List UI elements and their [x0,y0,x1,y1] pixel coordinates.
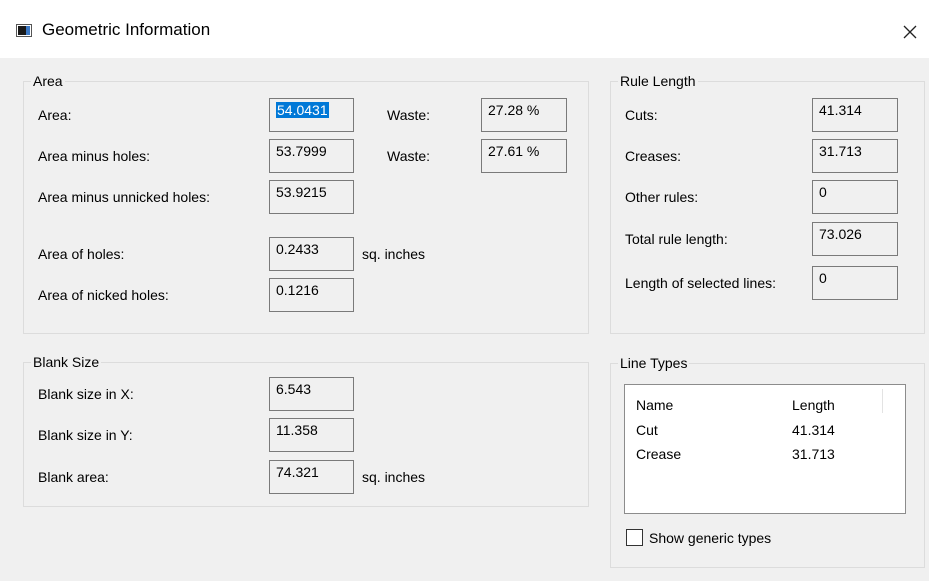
rule-length-group-label: Rule Length [618,73,698,89]
list-item-length[interactable]: 41.314 [792,422,835,438]
column-header-length[interactable]: Length [792,397,835,413]
creases-field[interactable]: 31.713 [812,139,898,173]
cuts-field[interactable]: 41.314 [812,98,898,132]
selected-lines-label: Length of selected lines: [625,275,776,291]
column-separator [882,389,883,413]
area-of-holes-label: Area of holes: [38,246,125,262]
other-rules-label: Other rules: [625,189,699,205]
blank-size-group-label: Blank Size [31,354,102,370]
title-bar: Geometric Information [0,0,929,58]
area-of-holes-unit: sq. inches [362,246,426,262]
creases-label: Creases: [625,148,682,164]
line-types-group-label: Line Types [618,355,690,371]
blank-area-label: Blank area: [38,469,109,485]
list-item-name[interactable]: Cut [636,422,658,438]
waste1-field[interactable]: 27.28 % [481,98,567,132]
area-of-holes-field[interactable]: 0.2433 [269,237,354,271]
total-rule-length-field[interactable]: 73.026 [812,222,898,256]
waste2-label: Waste: [387,148,431,164]
column-header-name[interactable]: Name [636,397,673,413]
selected-lines-field[interactable]: 0 [812,266,898,300]
other-rules-field[interactable]: 0 [812,180,898,214]
waste2-field[interactable]: 27.61 % [481,139,567,173]
list-item-name[interactable]: Crease [636,446,681,462]
blank-area-unit: sq. inches [362,469,426,485]
waste1-label: Waste: [387,107,431,123]
area-value: 54.0431 [276,102,329,118]
cuts-label: Cuts: [625,107,658,123]
blank-area-field[interactable]: 74.321 [269,460,354,494]
window-title: Geometric Information [42,20,211,39]
blank-y-label: Blank size in Y: [38,427,133,443]
list-item-length[interactable]: 31.713 [792,446,835,462]
area-field[interactable]: 54.0431 [269,98,354,132]
area-of-nicked-field[interactable]: 0.1216 [269,278,354,312]
blank-x-field[interactable]: 6.543 [269,377,354,411]
dialog-app-icon [16,24,32,37]
total-rule-length-label: Total rule length: [625,231,728,247]
area-minus-unnicked-label: Area minus unnicked holes: [38,189,210,205]
blank-x-label: Blank size in X: [38,386,134,402]
line-types-list[interactable]: Name Length Cut 41.314 Crease 31.713 [624,384,906,514]
area-label: Area: [38,107,72,123]
area-minus-holes-field[interactable]: 53.7999 [269,139,354,173]
show-generic-types-checkbox[interactable] [626,529,643,546]
area-group-label: Area [31,73,65,89]
area-minus-holes-label: Area minus holes: [38,148,151,164]
close-button[interactable] [890,12,929,52]
close-icon [903,25,917,39]
blank-y-field[interactable]: 11.358 [269,418,354,452]
area-of-nicked-label: Area of nicked holes: [38,287,169,303]
show-generic-types-label[interactable]: Show generic types [649,530,771,546]
area-minus-unnicked-field[interactable]: 53.9215 [269,180,354,214]
